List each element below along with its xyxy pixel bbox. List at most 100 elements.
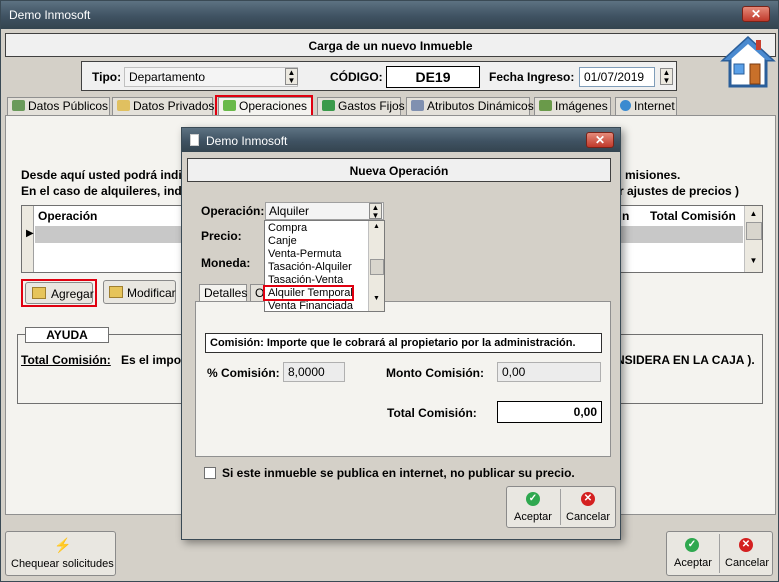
tab-detalles[interactable]: Detalles — [199, 284, 247, 302]
fecha-spin-icon[interactable]: ▲ ▼ — [660, 68, 673, 85]
tipo-label: Tipo: — [92, 70, 122, 84]
grid-header-operacion: Operación — [38, 209, 98, 223]
datos-publicos-icon — [12, 100, 25, 111]
tab-internet[interactable]: Internet — [615, 97, 677, 115]
datos-privados-icon — [117, 100, 130, 111]
tipo-select[interactable]: Departamento — [124, 67, 298, 87]
dialog-cancelar-button[interactable]: ✕ Cancelar — [561, 487, 616, 527]
dropdown-option[interactable]: Tasación-Alquiler — [265, 261, 368, 274]
dropdown-scroll-up-icon[interactable]: ▲ — [369, 223, 384, 230]
operacion-label: Operación: — [201, 204, 265, 218]
grid-scrollbar[interactable]: ▲ ▼ — [744, 206, 762, 272]
fecha-value: 01/07/2019 — [584, 70, 645, 84]
dialog-title: Demo Inmosoft — [206, 134, 288, 148]
scroll-thumb[interactable] — [745, 222, 762, 240]
edit-icon — [109, 286, 123, 298]
imagenes-icon — [539, 100, 552, 111]
dropdown-option[interactable]: Venta Financiada — [265, 300, 368, 311]
ayuda-title: AYUDA — [25, 327, 109, 343]
operacion-value: Alquiler — [269, 204, 310, 218]
dialog-close-icon[interactable]: ✕ — [586, 132, 614, 148]
tab-imagenes[interactable]: Imágenes — [534, 97, 611, 115]
tab-gastos-fijos[interactable]: Gastos Fijos — [317, 97, 405, 115]
description-line-2-right: r ajustes de precios ) — [619, 184, 740, 198]
ayuda-text-right: NSIDERA EN LA CAJA ). — [616, 353, 755, 367]
modificar-button[interactable]: Modificar — [103, 280, 176, 304]
atributos-icon — [411, 100, 424, 111]
current-row-arrow-icon: ▶ — [26, 228, 34, 239]
agregar-label: Agregar — [51, 287, 94, 301]
tab-label: Datos Públicos — [28, 99, 109, 113]
dialog-heading: Nueva Operación — [349, 164, 449, 178]
operacion-select[interactable]: Alquiler — [265, 202, 384, 220]
monto-comision-value: 0,00 — [502, 365, 526, 379]
add-icon — [32, 287, 46, 299]
tab-label: Imágenes — [555, 99, 608, 113]
tab-atributos-dinamicos[interactable]: Atributos Dinámicos — [406, 97, 534, 115]
footer-cancelar-button[interactable]: ✕ Cancelar — [720, 532, 773, 575]
house-logo — [720, 34, 776, 90]
pct-comision-field[interactable]: 8,0000 — [283, 362, 345, 382]
cancel-icon: ✕ — [739, 538, 753, 552]
tab-datos-publicos[interactable]: Datos Públicos — [7, 97, 110, 115]
codigo-field[interactable]: DE19 — [386, 66, 480, 88]
tab-second[interactable]: O — [250, 284, 264, 302]
title-bar: Demo Inmosoft ✕ — [1, 1, 778, 29]
dropdown-scroll-thumb[interactable] — [369, 259, 384, 275]
footer-aceptar-button[interactable]: ✓ Aceptar — [666, 532, 719, 575]
dialog-cancelar-label: Cancelar — [566, 511, 611, 523]
grid-header-n: n — [622, 209, 630, 223]
nueva-operacion-dialog: Demo Inmosoft ✕ Nueva Operación Operació… — [181, 127, 621, 540]
description-line-2: En el caso de alquileres, ind — [21, 184, 182, 198]
close-icon[interactable]: ✕ — [742, 6, 770, 22]
dialog-title-bar: Demo Inmosoft ✕ — [182, 128, 620, 152]
ayuda-text-left: Es el impor — [121, 353, 186, 367]
description-line-1: Desde aquí usted podrá indi — [21, 168, 182, 182]
no-publicar-precio-checkbox[interactable] — [204, 467, 216, 479]
dropdown-option[interactable]: Compra — [265, 222, 368, 235]
agregar-button[interactable]: Agregar — [25, 282, 94, 304]
monto-comision-label: Monto Comisión: — [386, 366, 484, 380]
modificar-label: Modificar — [127, 286, 176, 300]
dropdown-scroll-down-icon[interactable]: ▼ — [369, 295, 384, 302]
dropdown-scrollbar[interactable]: ▲ ▼ — [368, 221, 384, 311]
scroll-up-icon[interactable]: ▲ — [745, 209, 762, 218]
dropdown-option[interactable]: Canje — [265, 235, 368, 248]
tab-detalles-label: Detalles — [204, 286, 248, 300]
tab-label: Internet — [634, 99, 675, 113]
check-icon: ✓ — [685, 538, 699, 552]
operaciones-highlight — [215, 95, 313, 117]
total-comision-label: Total Comisión: — [387, 406, 477, 420]
gastos-fijos-icon — [322, 100, 335, 111]
no-publicar-precio-label: Si este inmueble se publica en internet,… — [222, 466, 575, 480]
dialog-aceptar-button[interactable]: ✓ Aceptar — [506, 487, 560, 527]
ayuda-term: Total Comisión: — [21, 353, 111, 367]
header-title-box: Carga de un nuevo Inmueble — [5, 33, 776, 57]
pct-comision-label: % Comisión: — [207, 366, 280, 380]
total-comision-field[interactable]: 0,00 — [497, 401, 602, 423]
comision-info-text: Comisión: Importe que le cobrará al prop… — [205, 333, 602, 353]
description-line-1-right: misiones. — [625, 168, 681, 182]
pct-comision-value: 8,0000 — [288, 365, 325, 379]
app-icon — [190, 134, 199, 146]
footer-aceptar-label: Aceptar — [674, 557, 712, 569]
dialog-aceptar-label: Aceptar — [514, 511, 552, 523]
chequear-label: Chequear solicitudes — [11, 558, 114, 570]
tab-datos-privados[interactable]: Datos Privados — [112, 97, 215, 115]
window-title: Demo Inmosoft — [9, 8, 91, 22]
grid-row-header — [22, 206, 34, 272]
tipo-spin-icon[interactable]: ▲ ▼ — [285, 68, 298, 85]
fecha-field[interactable]: 01/07/2019 — [579, 67, 655, 87]
tab-label: Datos Privados — [133, 99, 215, 113]
dropdown-option[interactable]: Venta-Permuta — [265, 248, 368, 261]
monto-comision-field[interactable]: 0,00 — [497, 362, 601, 382]
precio-label: Precio: — [201, 229, 242, 243]
operacion-spin-icon[interactable]: ▲ ▼ — [369, 203, 382, 220]
internet-icon — [620, 100, 631, 111]
header-fields-box: Tipo: Departamento ▲ ▼ CÓDIGO: DE19 Fecha… — [81, 61, 677, 91]
scroll-down-icon[interactable]: ▼ — [745, 256, 762, 265]
dialog-check-icon: ✓ — [526, 492, 540, 506]
chequear-solicitudes-button[interactable]: ⚡ Chequear solicitudes — [5, 531, 116, 576]
fecha-label: Fecha Ingreso: — [489, 70, 575, 84]
page-title: Carga de un nuevo Inmueble — [308, 39, 473, 53]
